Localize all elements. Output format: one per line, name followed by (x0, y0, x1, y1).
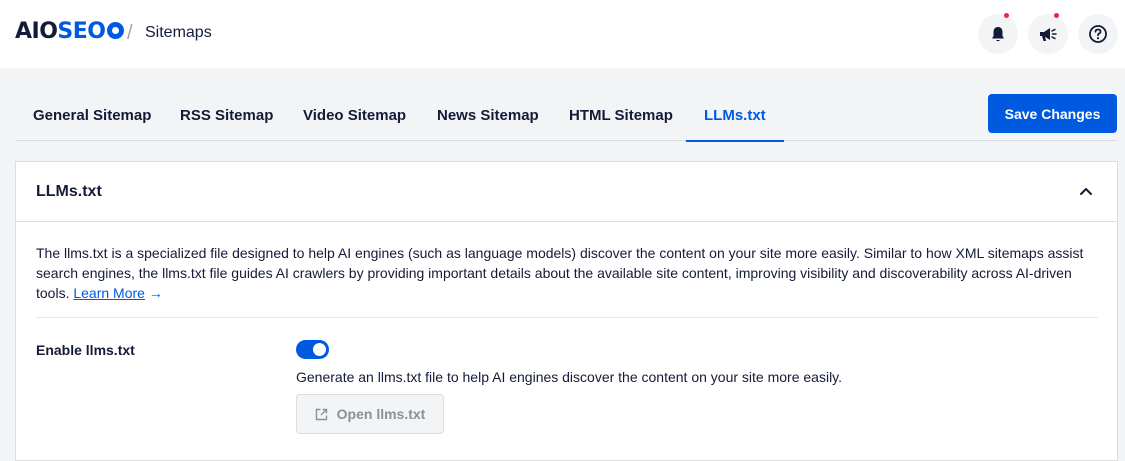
save-changes-button[interactable]: Save Changes (988, 94, 1117, 133)
tab-general-sitemap[interactable]: General Sitemap (33, 94, 151, 141)
breadcrumb: Sitemaps (145, 24, 212, 41)
card-title: LLMs.txt (36, 183, 102, 200)
toggle-knob (313, 343, 326, 356)
logo-gear-icon (106, 22, 124, 39)
aioseo-logo[interactable]: AIOSEO (15, 18, 124, 46)
card-header[interactable]: LLMs.txt (16, 162, 1117, 222)
external-link-icon (315, 408, 327, 420)
llms-txt-card: LLMs.txt The llms.txt is a specialized f… (15, 161, 1118, 461)
description-text: The llms.txt is a specialized file desig… (36, 245, 1084, 301)
announcement-dot (1054, 13, 1059, 18)
chevron-up-icon[interactable] (1077, 182, 1095, 200)
top-bar: AIOSEO / Sitemaps (0, 0, 1125, 68)
tab-news-sitemap[interactable]: News Sitemap (437, 94, 539, 141)
announcements-button[interactable] (1028, 13, 1068, 54)
open-llms-txt-label: Open llms.txt (336, 406, 426, 422)
enable-llms-toggle[interactable] (296, 340, 329, 359)
notifications-button[interactable] (978, 13, 1018, 54)
notification-dot (1004, 13, 1009, 18)
enable-llms-label: Enable llms.txt (36, 342, 135, 358)
breadcrumb-separator: / (127, 22, 133, 44)
logo-text-prefix: AIO (15, 19, 58, 44)
arrow-right-icon: → (148, 285, 163, 301)
tab-llms-txt[interactable]: LLMs.txt (686, 94, 784, 142)
help-button[interactable] (1078, 14, 1118, 54)
sitemap-tabs: General Sitemap RSS Sitemap Video Sitema… (15, 94, 1117, 142)
tab-rss-sitemap[interactable]: RSS Sitemap (180, 94, 273, 141)
tab-html-sitemap[interactable]: HTML Sitemap (569, 94, 673, 141)
help-icon (1089, 25, 1107, 43)
learn-more-link[interactable]: Learn More (73, 285, 145, 301)
megaphone-icon (1040, 27, 1057, 41)
tab-video-sitemap[interactable]: Video Sitemap (303, 94, 406, 141)
logo-text-suffix: SEO (57, 19, 106, 44)
open-llms-txt-button[interactable]: Open llms.txt (296, 394, 444, 434)
description: The llms.txt is a specialized file desig… (36, 243, 1101, 303)
enable-llms-description: Generate an llms.txt file to help AI eng… (296, 369, 843, 385)
divider (36, 317, 1098, 318)
bell-icon (992, 26, 1004, 41)
